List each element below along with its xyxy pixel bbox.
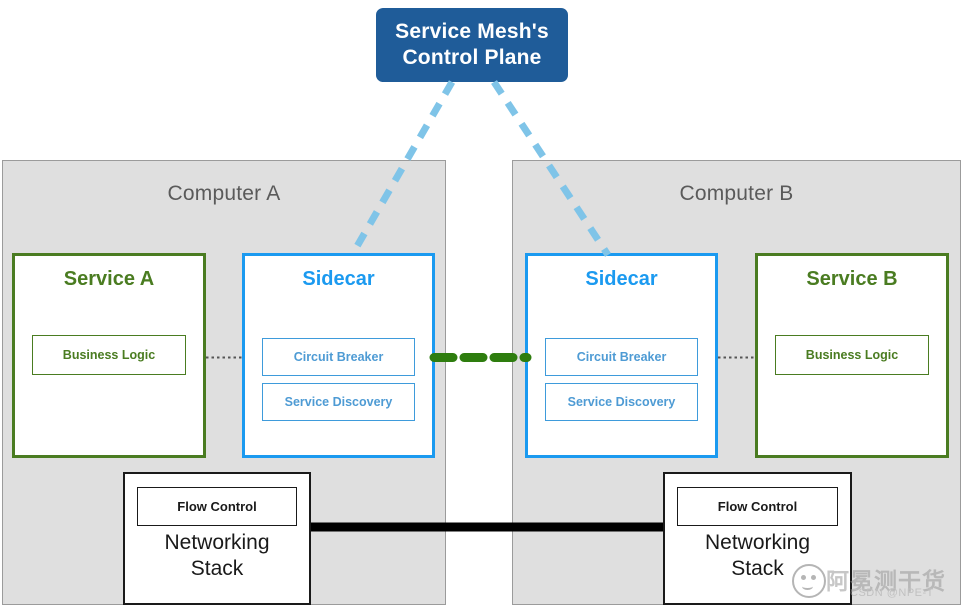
sidecar-a-circuit-breaker-box[interactable]: Circuit Breaker [262,338,415,376]
control-plane-label: Service Mesh's Control Plane [395,20,549,69]
sidecar-a-circuit-breaker-label: Circuit Breaker [293,350,384,364]
watermark-sub-text: CSDN @NPE-T [850,587,934,599]
control-plane-box[interactable]: Service Mesh's Control Plane [376,8,568,82]
networking-stack-a-flow-control-box[interactable]: Flow Control [137,487,297,526]
networking-stack-a-flow-control-label: Flow Control [177,499,257,514]
watermark: 阿冕测干货 CSDN @NPE-T [788,556,964,602]
networking-stack-a-label: Networking Stack [164,531,270,581]
networking-stack-a-box[interactable]: Flow Control Networking Stack [123,472,311,605]
service-b-business-logic-box[interactable]: Business Logic [775,335,929,375]
watermark-logo-icon [792,564,826,598]
sidecar-b-box[interactable]: Sidecar Circuit Breaker Service Discover… [525,253,718,458]
computer-b-title: Computer B [679,182,794,205]
computer-a-title: Computer A [167,182,281,205]
sidecar-b-circuit-breaker-box[interactable]: Circuit Breaker [545,338,698,376]
sidecar-a-title: Sidecar [302,268,375,290]
service-b-business-logic-label: Business Logic [805,348,899,362]
sidecar-b-circuit-breaker-label: Circuit Breaker [576,350,667,364]
service-a-business-logic-label: Business Logic [62,348,156,362]
networking-stack-b-flow-control-box[interactable]: Flow Control [677,487,838,526]
service-a-box[interactable]: Service A Business Logic [12,253,206,458]
sidecar-a-service-discovery-box[interactable]: Service Discovery [262,383,415,421]
diagram-canvas: Service Mesh's Control Plane Computer A … [0,0,964,605]
service-b-box[interactable]: Service B Business Logic [755,253,949,458]
networking-stack-b-flow-control-label: Flow Control [717,499,798,514]
sidecar-b-service-discovery-label: Service Discovery [567,395,676,409]
sidecar-a-box[interactable]: Sidecar Circuit Breaker Service Discover… [242,253,435,458]
service-a-business-logic-box[interactable]: Business Logic [32,335,186,375]
service-b-title: Service B [806,268,898,290]
service-a-title: Service A [63,268,155,290]
sidecar-b-title: Sidecar [585,268,658,290]
sidecar-a-service-discovery-label: Service Discovery [284,395,393,409]
sidecar-b-service-discovery-box[interactable]: Service Discovery [545,383,698,421]
